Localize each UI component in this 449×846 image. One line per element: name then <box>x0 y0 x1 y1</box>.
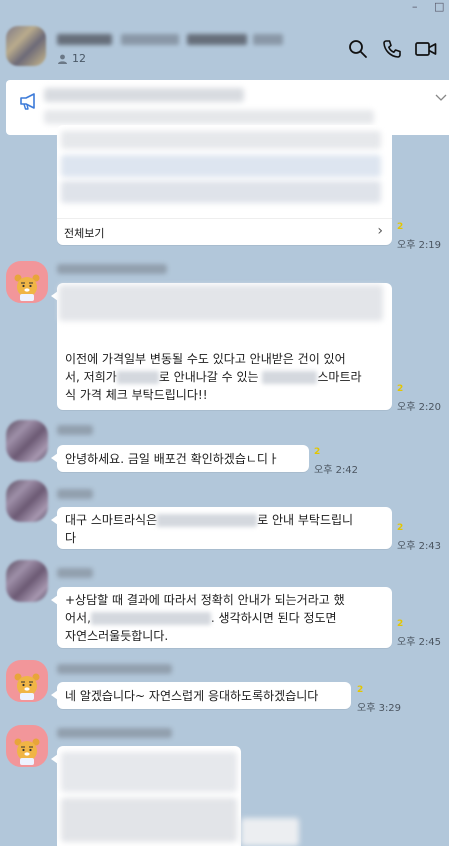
message-text: 대구 스마트라식은 로 안내 부탁드립니 다 <box>65 513 354 545</box>
message-bubble[interactable]: 이전에 가격일부 변동될 수도 있다고 안내받은 건이 있어 서, 저희가 로 안… <box>51 283 392 410</box>
bubble-tail <box>51 515 58 525</box>
bubble-tail <box>51 754 58 764</box>
sender-name <box>57 489 93 499</box>
sender-name <box>57 425 93 435</box>
message-time: 오후 2:20 <box>397 402 442 413</box>
avatar[interactable] <box>6 420 48 462</box>
chat-header: – □ 12 <box>0 0 449 78</box>
member-count-value: 12 <box>72 52 86 65</box>
bubble-tail <box>51 690 58 700</box>
room-avatar[interactable] <box>6 26 46 66</box>
message-text: 안녕하세요. 금일 배포건 확인하겠습ㄴ디ㅏ <box>65 452 279 466</box>
call-icon[interactable] <box>381 38 403 60</box>
notice-bubble[interactable]: 전체보기 › <box>57 125 392 245</box>
search-icon[interactable] <box>347 38 369 60</box>
message-text: +상담할 때 결과에 따라서 정확히 안내가 되는거라고 했 어서,. 생각하시… <box>65 593 345 643</box>
unread-count: 2 <box>397 619 404 629</box>
message-bubble[interactable]: 대구 스마트라식은 로 안내 부탁드립니 다 <box>51 507 392 549</box>
video-call-icon[interactable] <box>414 38 438 60</box>
unread-count: 2 <box>397 222 404 232</box>
minimize-button[interactable]: – <box>412 0 418 13</box>
megaphone-icon <box>20 93 35 110</box>
message-bubble[interactable]: +상담할 때 결과에 따라서 정확히 안내가 되는거라고 했 어서,. 생각하시… <box>51 587 392 648</box>
person-icon <box>58 54 67 64</box>
blurred-content <box>241 818 299 846</box>
view-all-row[interactable]: 전체보기 › <box>57 218 392 245</box>
chevron-right-icon[interactable]: › <box>377 222 383 240</box>
message-text: 이전에 가격일부 변동될 수도 있다고 안내받은 건이 있어 서, 저희가 로 안… <box>65 352 362 402</box>
bubble-tail <box>51 291 58 301</box>
sender-name <box>57 568 93 578</box>
message-time: 오후 2:19 <box>397 240 442 251</box>
message-time: 오후 2:45 <box>397 637 442 648</box>
maximize-button[interactable]: □ <box>434 0 444 13</box>
bubble-tail <box>51 453 58 463</box>
member-count[interactable]: 12 <box>57 52 86 65</box>
message-bubble[interactable]: 네 알겠습니다~ 자연스럽게 응대하도록하겠습니다 <box>51 682 351 709</box>
bubble-tail <box>51 595 58 605</box>
ryan-character-icon <box>14 673 40 700</box>
unread-count: 2 <box>397 523 404 533</box>
sender-name <box>57 728 172 738</box>
message-text: 네 알겠습니다~ 자연스럽게 응대하도록하겠습니다 <box>65 689 319 703</box>
chevron-down-icon[interactable] <box>435 92 447 102</box>
sender-name <box>57 264 167 274</box>
avatar[interactable] <box>6 660 48 702</box>
message-bubble[interactable] <box>51 746 241 846</box>
ryan-character-icon <box>14 738 40 765</box>
message-time: 오후 2:42 <box>314 465 359 476</box>
avatar[interactable] <box>6 725 48 767</box>
unread-count: 2 <box>357 685 364 695</box>
unread-count: 2 <box>397 384 404 394</box>
view-all-label[interactable]: 전체보기 <box>64 225 104 243</box>
sender-name <box>57 664 172 674</box>
message-time: 오후 3:29 <box>357 703 402 714</box>
ryan-character-icon <box>14 274 40 301</box>
avatar[interactable] <box>6 560 48 602</box>
room-title <box>57 31 283 49</box>
avatar[interactable] <box>6 261 48 303</box>
message-time: 오후 2:43 <box>397 541 442 552</box>
unread-count: 2 <box>314 447 321 457</box>
avatar[interactable] <box>6 480 48 522</box>
message-bubble[interactable]: 안녕하세요. 금일 배포건 확인하겠습ㄴ디ㅏ <box>51 445 309 472</box>
